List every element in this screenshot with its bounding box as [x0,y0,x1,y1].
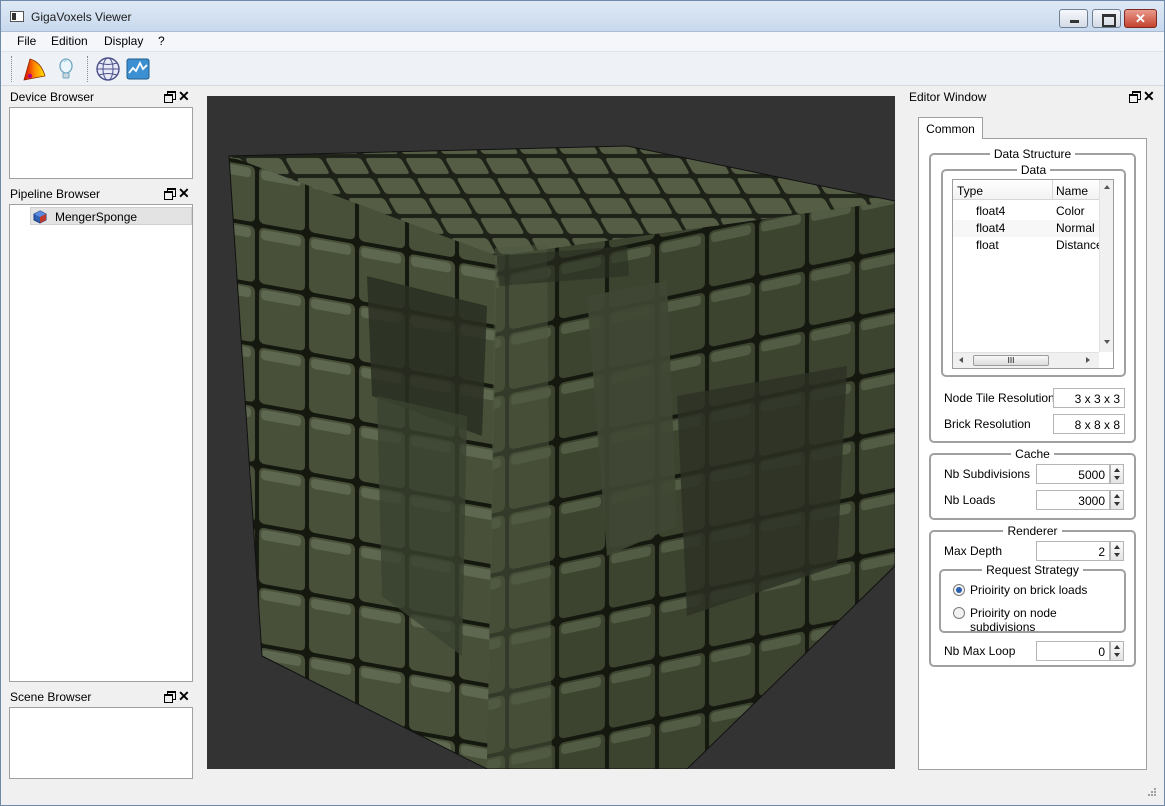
node-tile-resolution-label: Node Tile Resolution [944,391,1055,405]
node-tile-resolution-field[interactable]: 3 x 3 x 3 [1053,388,1125,408]
vertical-scrollbar[interactable] [1099,180,1113,352]
device-browser-titlebar[interactable]: Device Browser ✕ [9,88,192,106]
menu-edition[interactable]: Edition [51,34,88,48]
nb-loads-input[interactable]: 3000 [1036,490,1110,510]
close-icon[interactable]: ✕ [1143,88,1155,104]
row-type: float [976,238,999,252]
request-strategy-title: Request Strategy [982,563,1083,577]
data-title: Data [1016,163,1051,177]
pipeline-browser-title: Pipeline Browser [10,187,101,201]
scene-browser-title: Scene Browser [10,690,92,704]
float-icon[interactable] [164,188,176,200]
scroll-up-icon[interactable] [1104,185,1110,189]
main-window: GigaVoxels Viewer ✕ File Edition Display… [0,0,1165,806]
nb-loads-spinner[interactable] [1110,490,1124,510]
scroll-left-icon[interactable] [959,357,963,363]
title-bar[interactable]: GigaVoxels Viewer ✕ [1,1,1164,32]
row-name: Normal [1056,221,1095,235]
float-icon[interactable] [1129,91,1141,103]
column-name-header[interactable]: Name [1056,184,1088,198]
toolbar-grip[interactable] [87,56,90,82]
request-strategy-group: Request Strategy Prioirity on brick load… [939,563,1126,634]
list-item[interactable]: MengerSponge [30,207,192,225]
editor-window-title: Editor Window [909,90,987,104]
tab-common[interactable]: Common [918,117,983,139]
menu-file[interactable]: File [17,34,36,48]
nb-subdivisions-label: Nb Subdivisions [944,467,1031,481]
scene-browser-panel[interactable] [9,707,193,779]
nb-subdivisions-input[interactable]: 5000 [1036,464,1110,484]
row-type: float4 [976,221,1006,235]
renderer-group: Renderer Max Depth 2 Request Strategy Pr… [929,524,1136,667]
close-icon[interactable]: ✕ [178,88,190,104]
resize-grip-icon[interactable] [1145,787,1157,799]
minimize-button[interactable] [1059,9,1088,28]
globe-icon[interactable] [95,56,121,82]
table-row[interactable]: float4 Color [953,203,1099,220]
transfer-function-icon[interactable] [21,56,47,82]
scroll-thumb[interactable]: III [973,355,1049,366]
pipeline-item-label: MengerSponge [55,210,138,224]
render-viewport[interactable] [207,96,895,769]
toolbar-grip[interactable] [11,56,14,82]
close-icon[interactable]: ✕ [178,688,190,704]
window-title: GigaVoxels Viewer [31,10,132,24]
performance-graph-icon[interactable] [125,56,151,82]
scroll-right-icon[interactable] [1086,357,1090,363]
row-name: Color [1056,204,1085,218]
cache-group: Cache Nb Subdivisions 5000 Nb Loads 3000 [929,447,1136,520]
brick-loads-label[interactable]: Prioirity on brick loads [970,583,1087,597]
float-icon[interactable] [164,691,176,703]
scroll-grip: III [1007,356,1015,365]
max-depth-label: Max Depth [944,544,1003,558]
pipeline-browser-titlebar[interactable]: Pipeline Browser ✕ [9,185,192,203]
menger-sponge-render [228,145,895,769]
close-icon: ✕ [1135,11,1146,26]
max-depth-input[interactable]: 2 [1036,541,1110,561]
data-structure-title: Data Structure [989,147,1076,161]
table-header: Type Name [953,180,1099,200]
horizontal-scrollbar[interactable]: III [953,352,1099,368]
editor-tab-panel: Data Structure Data Type Name float4 Col… [918,138,1147,770]
nb-max-loop-label: Nb Max Loop [944,644,1016,658]
device-browser-panel[interactable] [9,107,193,179]
renderer-title: Renderer [1003,524,1062,538]
maximize-button[interactable] [1092,9,1121,28]
toolbar [1,52,1164,86]
cache-title: Cache [1011,447,1054,461]
brick-resolution-field[interactable]: 8 x 8 x 8 [1053,414,1125,434]
scene-browser-titlebar[interactable]: Scene Browser ✕ [9,688,192,706]
close-window-button[interactable]: ✕ [1124,9,1157,28]
scroll-down-icon[interactable] [1104,340,1110,344]
menu-help[interactable]: ? [158,34,165,48]
nb-max-loop-input[interactable]: 0 [1036,641,1110,661]
pipeline-browser-panel: MengerSponge [9,204,193,682]
node-subdivisions-label[interactable]: Prioirity on node subdivisions [970,606,1124,634]
float-icon[interactable] [164,91,176,103]
nb-max-loop-spinner[interactable] [1110,641,1124,661]
table-row[interactable]: float4 Normal [953,220,1099,237]
column-type-header[interactable]: Type [957,184,983,198]
data-table[interactable]: Type Name float4 Color float4 Normal flo… [952,179,1114,369]
max-depth-spinner[interactable] [1110,541,1124,561]
device-browser-title: Device Browser [10,90,95,104]
cube-icon [33,210,47,224]
nb-subdivisions-spinner[interactable] [1110,464,1124,484]
row-type: float4 [976,204,1006,218]
menu-bar: File Edition Display ? [1,32,1164,52]
data-group: Data Type Name float4 Color float4 Norma… [941,163,1126,377]
editor-window-titlebar[interactable]: Editor Window ✕ [908,88,1158,106]
light-bulb-icon[interactable] [53,56,79,82]
data-structure-group: Data Structure Data Type Name float4 Col… [929,147,1136,443]
nb-loads-label: Nb Loads [944,493,996,507]
table-row[interactable]: float Distance [953,237,1099,254]
row-name: Distance [1056,238,1099,252]
app-icon [10,11,24,22]
close-icon[interactable]: ✕ [178,185,190,201]
menu-display[interactable]: Display [104,34,143,48]
brick-loads-radio[interactable] [953,584,965,596]
node-subdivisions-radio[interactable] [953,607,965,619]
brick-resolution-label: Brick Resolution [944,417,1031,431]
